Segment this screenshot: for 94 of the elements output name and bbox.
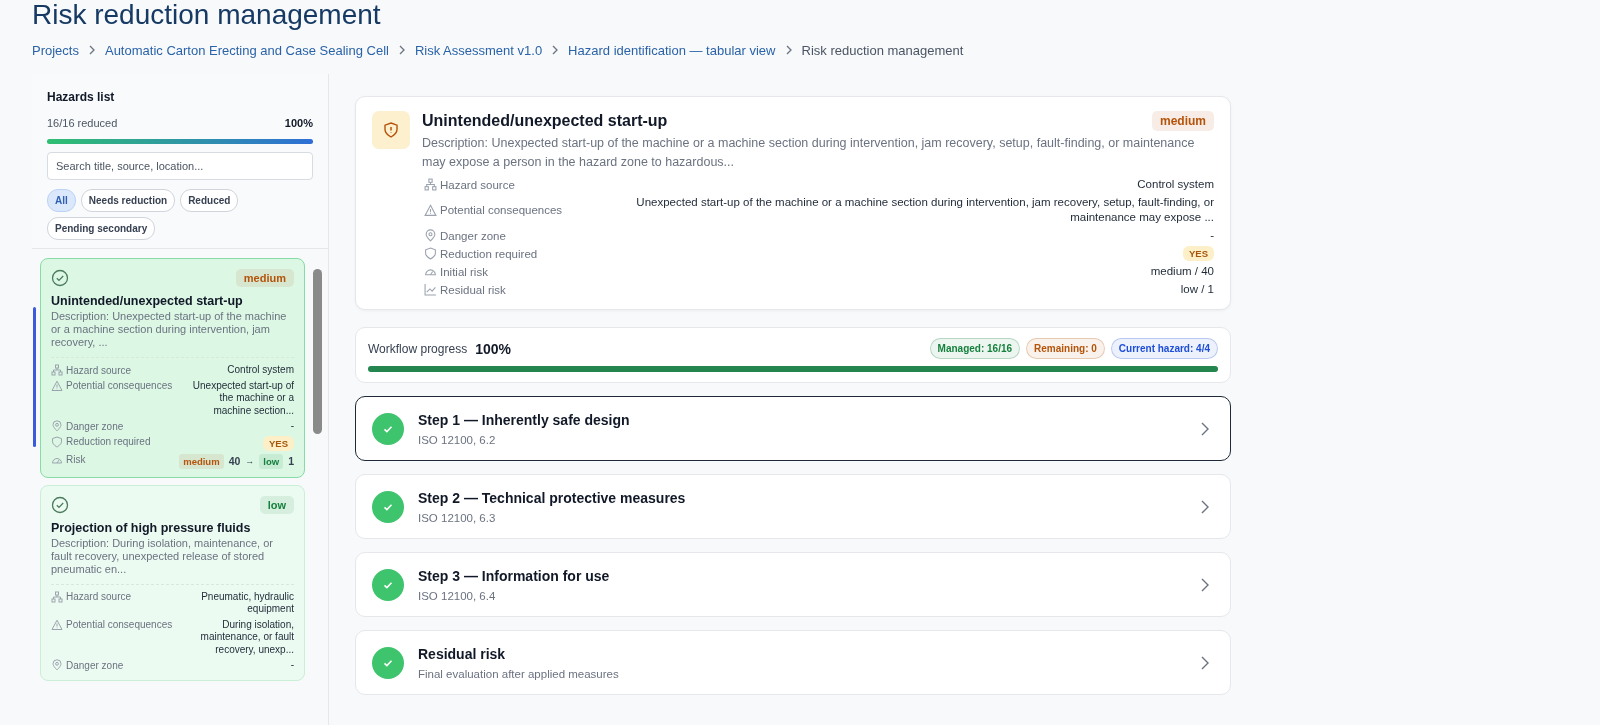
field-label: Reduction required xyxy=(440,247,538,260)
breadcrumb-link[interactable]: Hazard identification — tabular view xyxy=(568,42,776,58)
shield-icon xyxy=(51,435,63,448)
severity-badge: low xyxy=(259,495,294,514)
step-item[interactable]: Step 1 — Inherently safe design ISO 12100, 6.2 xyxy=(355,396,1231,461)
page-title: Risk reduction management xyxy=(32,0,382,30)
yes-badge: YES xyxy=(1183,246,1214,261)
hierarchy-icon xyxy=(51,590,63,603)
breadcrumb-link[interactable]: Automatic Carton Erecting and Case Sealing Cell xyxy=(104,42,389,58)
field-value: Unexpected start-up of the machine or a machine section during intervention, jam recovery, setup, fault-finding, or maintenance may expose ... xyxy=(635,195,1214,225)
field-label: Hazard source xyxy=(66,364,132,376)
step-item[interactable]: Step 3 — Information for use ISO 12100, 6.4 xyxy=(355,552,1231,617)
hierarchy-icon xyxy=(424,178,437,191)
step-title: Step 3 — Information for use xyxy=(418,567,611,584)
step-subtitle: ISO 12100, 6.2 xyxy=(418,433,497,446)
field-value: Control system xyxy=(227,364,294,377)
status-chip: Remaining: 0 xyxy=(1026,338,1105,359)
field-label: Danger zone xyxy=(66,420,124,432)
field-value: - xyxy=(290,659,294,672)
chevron-right-icon xyxy=(1200,576,1210,593)
field-label: Danger zone xyxy=(440,229,506,242)
field-value: - xyxy=(1210,228,1214,243)
shield-icon xyxy=(424,247,437,260)
trend-chart-icon xyxy=(424,283,437,296)
location-pin-icon xyxy=(424,229,437,242)
field-label: Residual risk xyxy=(440,283,506,296)
yes-badge: YES xyxy=(263,435,294,451)
step-subtitle: Final evaluation after applied measures xyxy=(418,667,620,680)
breadcrumb-current: Risk reduction management xyxy=(801,42,964,58)
filter-chip[interactable]: Pending secondary xyxy=(47,217,156,240)
step-title: Step 1 — Inherently safe design xyxy=(418,411,631,428)
shield-alert-icon xyxy=(372,111,410,149)
risk-level-badge: medium xyxy=(179,453,224,469)
risk-score: 1 xyxy=(288,455,294,467)
chevron-separator-icon xyxy=(784,45,793,55)
field-value: - xyxy=(290,420,294,433)
hierarchy-icon xyxy=(51,364,63,376)
field-value: medium / 40 xyxy=(1150,264,1214,279)
step-subtitle: ISO 12100, 6.3 xyxy=(418,511,497,524)
workflow-percent: 100% xyxy=(475,340,511,357)
chevron-right-icon xyxy=(1200,654,1210,671)
step-item[interactable]: Step 2 — Technical protective measures ISO 12100, 6.3 xyxy=(355,474,1231,539)
field-label: Potential consequences xyxy=(66,619,173,630)
severity-badge: medium xyxy=(1152,111,1214,131)
field-label: Hazard source xyxy=(440,178,515,191)
field-label: Potential consequences xyxy=(66,380,173,391)
field-label: Initial risk xyxy=(440,265,488,278)
warning-icon xyxy=(51,618,63,631)
location-pin-icon xyxy=(51,420,63,432)
search-field[interactable]: Search title, source, location... xyxy=(47,152,313,180)
hazard-description: Description: Unexpected start-up of the machine or a machine section during intervention, jam recovery, setup, fault-finding, or maintenance may expose a person in the hazard zone to hazardous... xyxy=(422,135,1196,171)
field-label: Danger zone xyxy=(66,659,124,671)
chevron-right-icon xyxy=(1200,420,1210,437)
field-value: low / 1 xyxy=(1180,282,1214,297)
reduced-count: 16/16 reduced xyxy=(47,117,118,129)
filter-chip[interactable]: Reduced xyxy=(180,189,239,212)
filter-chip[interactable]: Needs reduction xyxy=(80,189,176,212)
reduced-percent: 100% xyxy=(284,117,313,129)
risk-score: 40 xyxy=(228,455,241,467)
status-chip: Current hazard: 4/4 xyxy=(1110,338,1218,359)
filter-chip[interactable]: All xyxy=(47,189,76,212)
hazard-description: Description: During isolation, maintenance, or fault recovery, unexpected release of stored pneumatic en... xyxy=(51,536,294,585)
hazard-title: Unintended/unexpected start-up xyxy=(422,112,668,130)
hazard-description: Description: Unexpected start-up of the machine or a machine section during intervention, jam recovery, ... xyxy=(51,310,294,358)
chevron-separator-icon xyxy=(551,45,560,55)
arrow-glyph: → xyxy=(245,456,255,466)
chevron-right-icon xyxy=(1200,498,1210,515)
hazard-title: Unintended/unexpected start-up xyxy=(51,294,244,308)
step-subtitle: ISO 12100, 6.4 xyxy=(418,589,497,602)
chevron-separator-icon xyxy=(397,45,406,55)
field-label: Risk xyxy=(66,454,86,465)
step-item[interactable]: Residual risk Final evaluation after applied measures xyxy=(355,630,1231,695)
step-title: Step 2 — Technical protective measures xyxy=(418,489,687,506)
warning-icon xyxy=(51,379,63,392)
field-label: Hazard source xyxy=(66,591,132,602)
warning-icon xyxy=(424,203,437,217)
field-label: Potential consequences xyxy=(440,204,563,216)
chevron-separator-icon xyxy=(87,45,96,55)
severity-badge: medium xyxy=(235,269,294,287)
step-title: Residual risk xyxy=(418,645,507,662)
location-pin-icon xyxy=(51,659,63,671)
sidebar-title: Hazards list xyxy=(47,90,116,104)
hazard-card[interactable] xyxy=(40,484,305,681)
field-value: Control system xyxy=(1137,177,1214,192)
status-chip: Managed: 16/16 xyxy=(929,338,1021,359)
field-value: Pneumatic, hydraulic equipment xyxy=(200,590,294,616)
field-label: Reduction required xyxy=(66,436,151,447)
workflow-label: Workflow progress xyxy=(368,341,468,356)
field-value: During isolation, maintenance, or fault recovery, unexp... xyxy=(199,618,294,656)
field-value: Unexpected start-up of the machine or a machine section... xyxy=(191,379,294,417)
risk-level-badge: low xyxy=(259,453,284,469)
breadcrumb-link[interactable]: Risk Assessment v1.0 xyxy=(414,42,543,58)
hazard-title: Projection of high pressure fluids xyxy=(51,520,252,535)
breadcrumb-link[interactable]: Projects xyxy=(32,42,79,58)
